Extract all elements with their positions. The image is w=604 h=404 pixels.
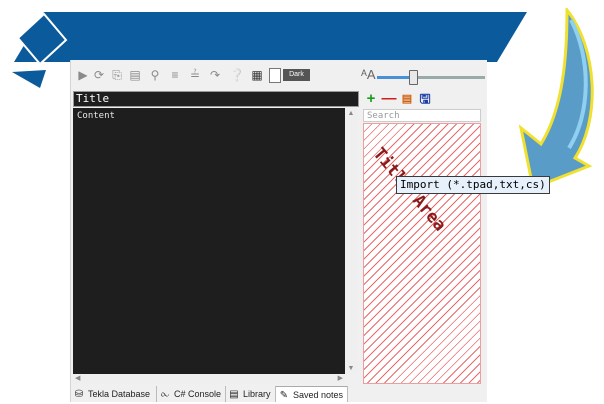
visual-studio-icon: ⧜: [160, 389, 170, 400]
import-tooltip: Import (*.tpad,txt,cs): [396, 176, 550, 194]
font-size-icon: ᴬA: [361, 67, 376, 82]
database-icon: ⛁: [74, 389, 84, 400]
library-icon: ▤: [229, 389, 239, 400]
find-icon[interactable]: ⚲: [147, 67, 163, 83]
tab-label: C# Console: [174, 389, 222, 399]
dark-mode-checkbox[interactable]: [269, 68, 281, 83]
tab-saved-notes[interactable]: ✎ Saved notes: [276, 386, 348, 402]
horizontal-scrollbar[interactable]: ◀ ▶: [73, 374, 345, 384]
list-icon[interactable]: ▤: [127, 67, 143, 83]
refresh-icon[interactable]: ⟳: [91, 67, 107, 83]
notes-pane: + — ▤ 🖫 Search Title Area: [361, 90, 483, 384]
zoom-slider-thumb[interactable]: [409, 70, 418, 85]
remove-note-icon[interactable]: —: [381, 91, 397, 107]
redirect-icon[interactable]: ↷: [207, 67, 223, 83]
note-title-input[interactable]: Title: [73, 91, 359, 107]
curved-arrow-icon: [518, 8, 594, 191]
tab-library[interactable]: ▤ Library: [226, 386, 276, 402]
bottom-tabs: ⛁ Tekla Database ⧜ C# Console ▤ Library ✎ Sa…: [71, 386, 487, 402]
console-icon[interactable]: ▦: [249, 67, 265, 83]
search-input[interactable]: Search: [363, 109, 481, 122]
notes-title-area[interactable]: Title Area: [363, 123, 481, 384]
scroll-down-icon[interactable]: ▼: [345, 365, 357, 372]
tab-csharp-console[interactable]: ⧜ C# Console: [157, 386, 226, 402]
play-icon[interactable]: ▶: [75, 67, 91, 83]
save-icon[interactable]: 🖫: [417, 91, 433, 107]
app-window: ▶ ⟳ ⎘ ▤ ⚲ ≡ ≟ ↷ ❔ ▦ Dark ᴬA Title Conten…: [70, 60, 487, 402]
tab-label: Tekla Database: [88, 389, 151, 399]
note-content-text: Content: [77, 111, 115, 121]
note-content-editor[interactable]: Content: [73, 108, 345, 374]
indent-icon[interactable]: ≟: [187, 67, 203, 83]
toolbar: ▶ ⟳ ⎘ ▤ ⚲ ≡ ≟ ↷ ❔ ▦ Dark ᴬA: [71, 64, 487, 86]
tab-label: Library: [243, 389, 271, 399]
help-icon[interactable]: ❔: [229, 67, 245, 83]
scroll-left-icon[interactable]: ◀: [75, 374, 80, 382]
vertical-scrollbar[interactable]: ▲ ▼: [345, 108, 357, 374]
zoom-slider-rest: [415, 76, 485, 79]
add-note-icon[interactable]: +: [363, 91, 379, 107]
notes-toolbar: + — ▤ 🖫: [361, 90, 483, 108]
dark-mode-label[interactable]: Dark: [283, 69, 310, 81]
import-icon[interactable]: ▤: [399, 91, 415, 107]
paste-icon[interactable]: ⎘: [109, 67, 125, 83]
title-area-label: Title Area: [368, 144, 450, 236]
scroll-up-icon[interactable]: ▲: [345, 110, 357, 117]
outdent-icon[interactable]: ≡: [167, 67, 183, 83]
tab-label: Saved notes: [293, 390, 344, 400]
scroll-right-icon[interactable]: ▶: [338, 374, 343, 382]
tab-tekla-database[interactable]: ⛁ Tekla Database: [71, 386, 157, 402]
